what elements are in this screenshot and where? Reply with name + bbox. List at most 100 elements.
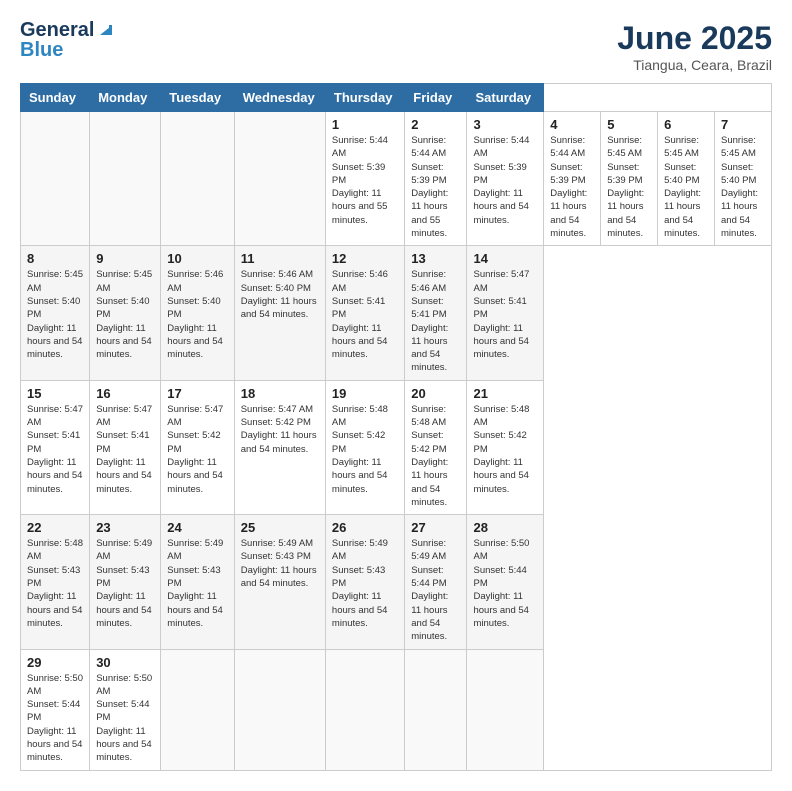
day-info: Sunrise: 5:45 AMSunset: 5:39 PMDaylight:…: [607, 134, 651, 240]
calendar-cell: 10 Sunrise: 5:46 AMSunset: 5:40 PMDayligh…: [161, 246, 234, 380]
week-row-5: 29 Sunrise: 5:50 AMSunset: 5:44 PMDayligh…: [21, 649, 772, 770]
calendar-cell: 3 Sunrise: 5:44 AMSunset: 5:39 PMDaylight…: [467, 112, 544, 246]
header-day-saturday: Saturday: [467, 84, 544, 112]
day-number: 25: [241, 520, 319, 535]
day-info: Sunrise: 5:47 AMSunset: 5:42 PMDaylight:…: [167, 403, 227, 496]
day-number: 17: [167, 386, 227, 401]
calendar-body: 1 Sunrise: 5:44 AMSunset: 5:39 PMDaylight…: [21, 112, 772, 771]
day-number: 10: [167, 251, 227, 266]
week-row-1: 1 Sunrise: 5:44 AMSunset: 5:39 PMDaylight…: [21, 112, 772, 246]
calendar-cell: 8 Sunrise: 5:45 AMSunset: 5:40 PMDaylight…: [21, 246, 90, 380]
calendar-cell: 7 Sunrise: 5:45 AMSunset: 5:40 PMDaylight…: [715, 112, 772, 246]
calendar-cell: 15 Sunrise: 5:47 AMSunset: 5:41 PMDayligh…: [21, 380, 90, 514]
day-number: 2: [411, 117, 460, 132]
calendar-cell: 20Sunrise: 5:48 AMSunset: 5:42 PMDayligh…: [405, 380, 467, 514]
day-number: 24: [167, 520, 227, 535]
day-info: Sunrise: 5:45 AMSunset: 5:40 PMDaylight:…: [27, 268, 83, 361]
calendar-cell: 28Sunrise: 5:50 AMSunset: 5:44 PMDayligh…: [467, 515, 544, 649]
calendar-cell: 12 Sunrise: 5:46 AMSunset: 5:41 PMDayligh…: [325, 246, 404, 380]
header-day-sunday: Sunday: [21, 84, 90, 112]
day-number: 11: [241, 251, 319, 266]
calendar-cell: 18 Sunrise: 5:47 AMSunset: 5:42 PMDayligh…: [234, 380, 325, 514]
day-number: 7: [721, 117, 765, 132]
calendar-cell: 17 Sunrise: 5:47 AMSunset: 5:42 PMDayligh…: [161, 380, 234, 514]
header-day-wednesday: Wednesday: [234, 84, 325, 112]
day-info: Sunrise: 5:44 AMSunset: 5:39 PMDaylight:…: [411, 134, 460, 240]
calendar-cell: 9Sunrise: 5:45 AMSunset: 5:40 PMDaylight…: [90, 246, 161, 380]
calendar-cell: 11 Sunrise: 5:46 AMSunset: 5:40 PMDayligh…: [234, 246, 325, 380]
day-number: 16: [96, 386, 154, 401]
day-number: 12: [332, 251, 398, 266]
calendar-cell: 1 Sunrise: 5:44 AMSunset: 5:39 PMDaylight…: [325, 112, 404, 246]
day-info: Sunrise: 5:49 AMSunset: 5:43 PMDaylight:…: [241, 537, 319, 590]
day-info: Sunrise: 5:49 AMSunset: 5:43 PMDaylight:…: [332, 537, 398, 630]
header-row: SundayMondayTuesdayWednesdayThursdayFrid…: [21, 84, 772, 112]
day-info: Sunrise: 5:48 AMSunset: 5:43 PMDaylight:…: [27, 537, 83, 630]
calendar-cell: 29 Sunrise: 5:50 AMSunset: 5:44 PMDayligh…: [21, 649, 90, 770]
day-number: 19: [332, 386, 398, 401]
calendar-cell: [467, 649, 544, 770]
day-info: Sunrise: 5:44 AMSunset: 5:39 PMDaylight:…: [332, 134, 398, 227]
day-number: 8: [27, 251, 83, 266]
month-title: June 2025: [617, 20, 772, 57]
calendar-cell: 19Sunrise: 5:48 AMSunset: 5:42 PMDayligh…: [325, 380, 404, 514]
day-info: Sunrise: 5:49 AMSunset: 5:44 PMDaylight:…: [411, 537, 460, 643]
day-info: Sunrise: 5:44 AMSunset: 5:39 PMDaylight:…: [550, 134, 594, 240]
page-header: General Blue June 2025 Tiangua, Ceara, B…: [20, 20, 772, 73]
day-info: Sunrise: 5:48 AMSunset: 5:42 PMDaylight:…: [473, 403, 537, 496]
calendar-cell: 4Sunrise: 5:44 AMSunset: 5:39 PMDaylight…: [544, 112, 601, 246]
header-day-thursday: Thursday: [325, 84, 404, 112]
day-info: Sunrise: 5:50 AMSunset: 5:44 PMDaylight:…: [473, 537, 537, 630]
day-info: Sunrise: 5:46 AMSunset: 5:40 PMDaylight:…: [167, 268, 227, 361]
day-number: 21: [473, 386, 537, 401]
calendar-header: SundayMondayTuesdayWednesdayThursdayFrid…: [21, 84, 772, 112]
calendar-cell: [161, 112, 234, 246]
day-info: Sunrise: 5:47 AMSunset: 5:41 PMDaylight:…: [473, 268, 537, 361]
calendar-cell: 25 Sunrise: 5:49 AMSunset: 5:43 PMDayligh…: [234, 515, 325, 649]
day-info: Sunrise: 5:45 AMSunset: 5:40 PMDaylight:…: [664, 134, 708, 240]
day-number: 27: [411, 520, 460, 535]
day-info: Sunrise: 5:46 AMSunset: 5:41 PMDaylight:…: [411, 268, 460, 374]
day-number: 29: [27, 655, 83, 670]
day-number: 3: [473, 117, 537, 132]
week-row-3: 15 Sunrise: 5:47 AMSunset: 5:41 PMDayligh…: [21, 380, 772, 514]
day-info: Sunrise: 5:50 AMSunset: 5:44 PMDaylight:…: [96, 672, 154, 765]
calendar-cell: 6 Sunrise: 5:45 AMSunset: 5:40 PMDaylight…: [658, 112, 715, 246]
day-info: Sunrise: 5:47 AMSunset: 5:42 PMDaylight:…: [241, 403, 319, 456]
calendar-cell: [21, 112, 90, 246]
day-info: Sunrise: 5:50 AMSunset: 5:44 PMDaylight:…: [27, 672, 83, 765]
calendar-cell: [234, 112, 325, 246]
day-number: 18: [241, 386, 319, 401]
header-day-friday: Friday: [405, 84, 467, 112]
calendar-cell: 30Sunrise: 5:50 AMSunset: 5:44 PMDayligh…: [90, 649, 161, 770]
logo-blue-text: Blue: [20, 40, 63, 60]
calendar-cell: 5Sunrise: 5:45 AMSunset: 5:39 PMDaylight…: [601, 112, 658, 246]
day-info: Sunrise: 5:49 AMSunset: 5:43 PMDaylight:…: [96, 537, 154, 630]
calendar-cell: [90, 112, 161, 246]
calendar-cell: [325, 649, 404, 770]
day-info: Sunrise: 5:49 AMSunset: 5:43 PMDaylight:…: [167, 537, 227, 630]
calendar-cell: 13 Sunrise: 5:46 AMSunset: 5:41 PMDayligh…: [405, 246, 467, 380]
calendar-cell: 27 Sunrise: 5:49 AMSunset: 5:44 PMDayligh…: [405, 515, 467, 649]
day-info: Sunrise: 5:45 AMSunset: 5:40 PMDaylight:…: [96, 268, 154, 361]
logo: General Blue: [20, 20, 114, 60]
calendar-cell: 14Sunrise: 5:47 AMSunset: 5:41 PMDayligh…: [467, 246, 544, 380]
calendar-table: SundayMondayTuesdayWednesdayThursdayFrid…: [20, 83, 772, 771]
day-info: Sunrise: 5:45 AMSunset: 5:40 PMDaylight:…: [721, 134, 765, 240]
day-info: Sunrise: 5:46 AMSunset: 5:40 PMDaylight:…: [241, 268, 319, 321]
day-number: 15: [27, 386, 83, 401]
day-number: 6: [664, 117, 708, 132]
day-number: 20: [411, 386, 460, 401]
location-text: Tiangua, Ceara, Brazil: [617, 57, 772, 73]
calendar-cell: 2 Sunrise: 5:44 AMSunset: 5:39 PMDaylight…: [405, 112, 467, 246]
day-info: Sunrise: 5:46 AMSunset: 5:41 PMDaylight:…: [332, 268, 398, 361]
calendar-cell: [405, 649, 467, 770]
calendar-cell: [234, 649, 325, 770]
week-row-4: 22Sunrise: 5:48 AMSunset: 5:43 PMDayligh…: [21, 515, 772, 649]
day-info: Sunrise: 5:47 AMSunset: 5:41 PMDaylight:…: [96, 403, 154, 496]
day-number: 1: [332, 117, 398, 132]
day-info: Sunrise: 5:47 AMSunset: 5:41 PMDaylight:…: [27, 403, 83, 496]
calendar-cell: 24 Sunrise: 5:49 AMSunset: 5:43 PMDayligh…: [161, 515, 234, 649]
day-number: 13: [411, 251, 460, 266]
day-info: Sunrise: 5:44 AMSunset: 5:39 PMDaylight:…: [473, 134, 537, 227]
